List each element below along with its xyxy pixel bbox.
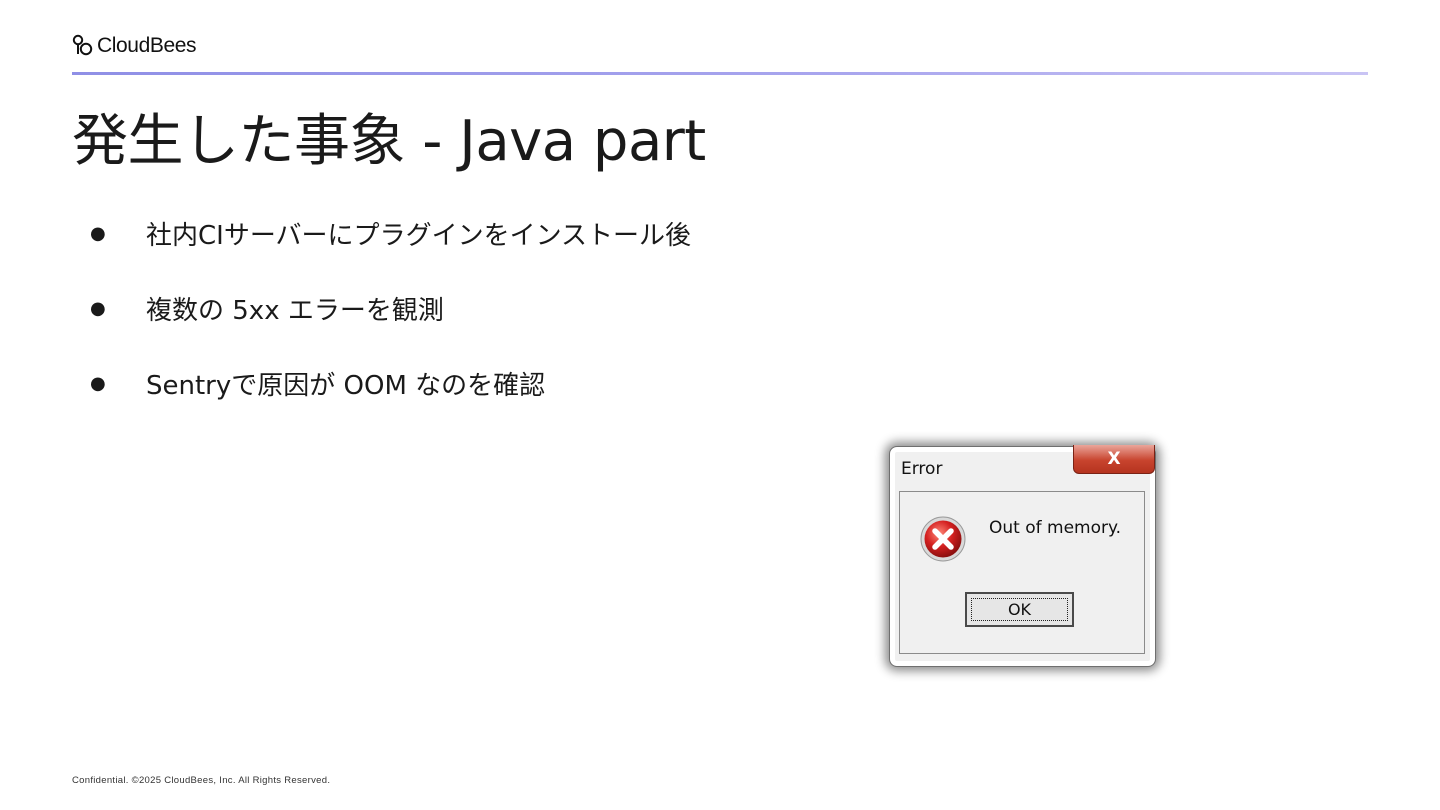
bullet-text: 複数の 5xx エラーを観測	[146, 296, 444, 326]
brand-name: CloudBees	[97, 34, 197, 57]
bullet-dot-icon: ●	[90, 373, 106, 394]
ok-button[interactable]: OK	[965, 592, 1074, 627]
bullet-list: ● 社内CIサーバーにプラグインをインストール後 ● 複数の 5xx エラーを観…	[90, 196, 691, 421]
bullet-item: ● 社内CIサーバーにプラグインをインストール後	[90, 196, 691, 271]
header-divider	[72, 72, 1368, 75]
dialog-title: Error	[901, 459, 943, 479]
bullet-item: ● 複数の 5xx エラーを観測	[90, 271, 691, 346]
brand-logo: CloudBees	[72, 34, 197, 58]
dialog-message: Out of memory.	[989, 518, 1122, 538]
bullet-text: 社内CIサーバーにプラグインをインストール後	[146, 221, 692, 251]
ok-button-label: OK	[971, 598, 1068, 621]
bullet-item: ● Sentryで原因が OOM なのを確認	[90, 346, 691, 421]
error-x-icon	[920, 516, 966, 562]
cloudbees-logo-icon	[72, 34, 93, 56]
close-icon: X	[1107, 449, 1121, 469]
bullet-text: Sentryで原因が OOM なのを確認	[146, 371, 546, 401]
slide-title: 発生した事象 - Java part	[72, 109, 706, 174]
error-dialog-image: Error X Out of memory. OK	[889, 445, 1156, 667]
bullet-dot-icon: ●	[90, 223, 106, 244]
bullet-dot-icon: ●	[90, 298, 106, 319]
dialog-close-button[interactable]: X	[1073, 445, 1155, 474]
footer-copyright: Confidential. ©2025 CloudBees, Inc. All …	[72, 775, 331, 786]
dialog-body: Out of memory. OK	[899, 491, 1145, 654]
